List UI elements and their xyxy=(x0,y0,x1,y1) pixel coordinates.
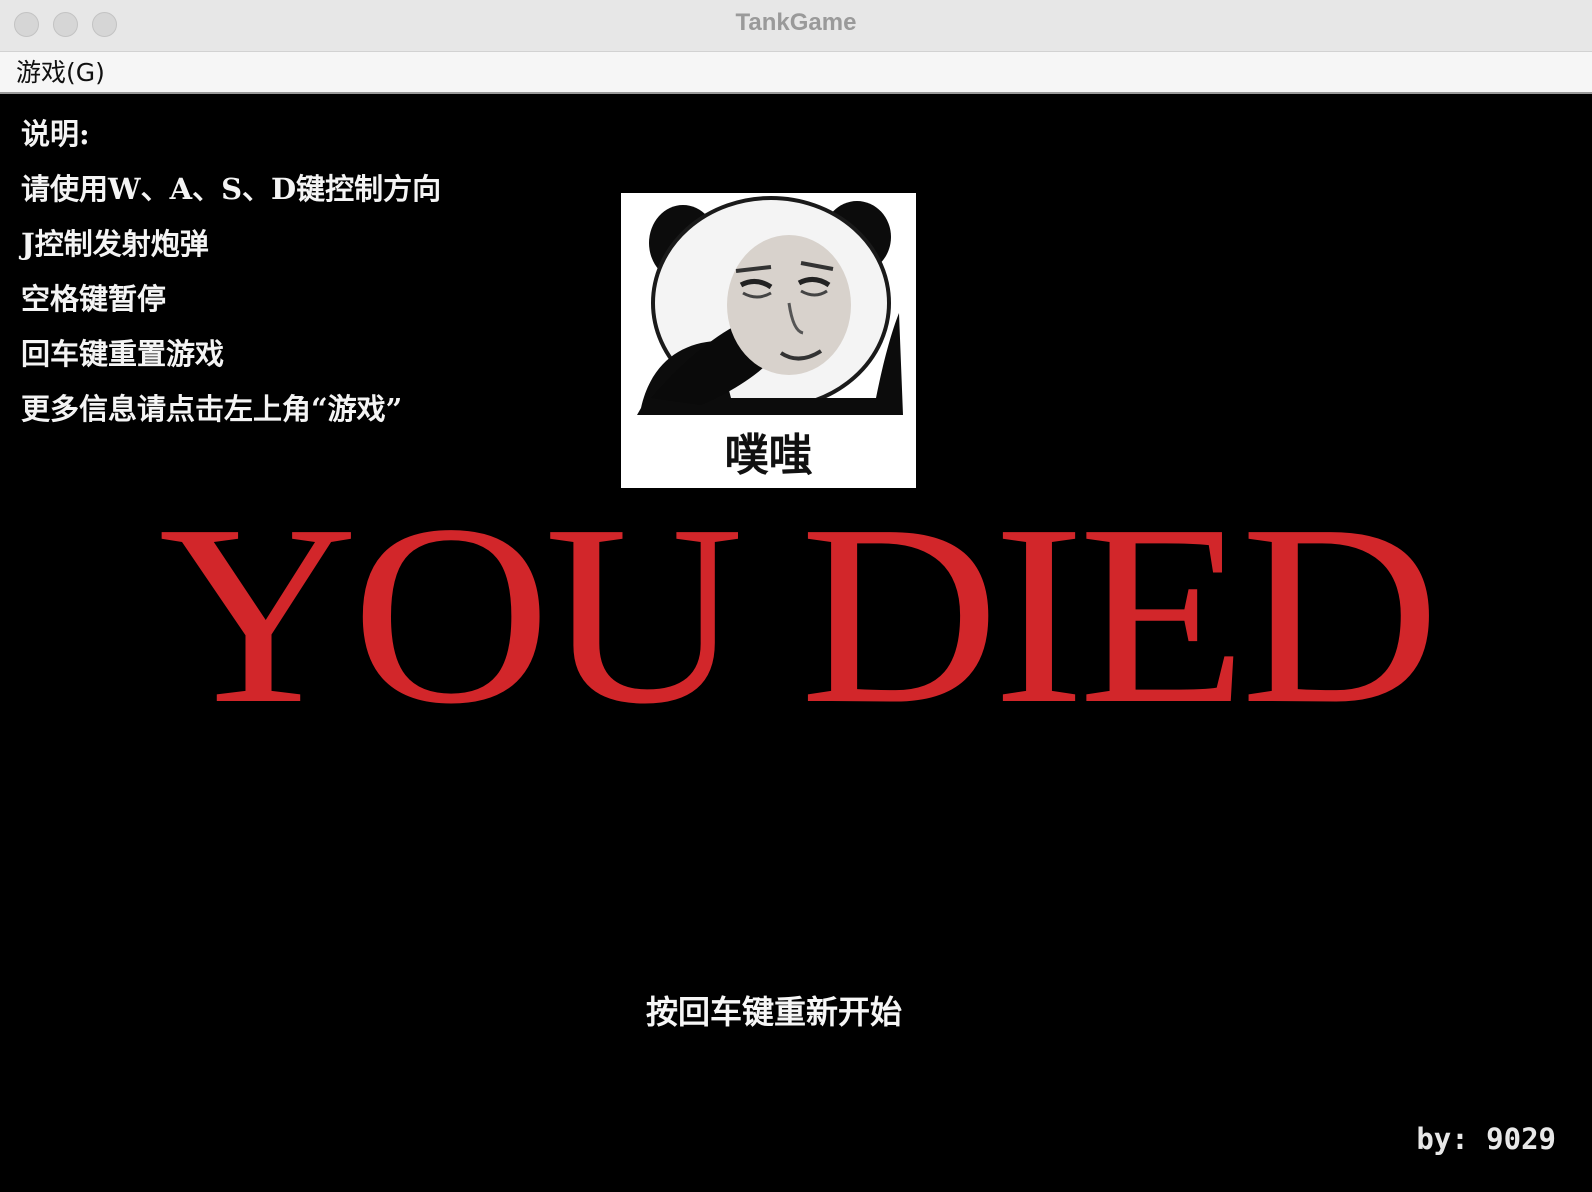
tankgame-window: TankGame 游戏(G) 说明: 请使用W、A、S、D键控制方向 J控制发射… xyxy=(0,0,1592,1192)
menu-bar: 游戏(G) xyxy=(0,52,1592,94)
you-died-banner: YOU DIED xyxy=(158,471,1440,757)
instruction-pause: 空格键暂停 xyxy=(21,282,167,316)
instruction-fire: J控制发射炮弹 xyxy=(21,227,209,261)
panda-meme-icon xyxy=(637,196,903,415)
panda-meme-image: 噗嗤 xyxy=(621,193,916,488)
instruction-movement: 请使用W、A、S、D键控制方向 xyxy=(21,172,442,206)
author-byline: by: 9029 xyxy=(1416,1122,1556,1156)
game-menu[interactable]: 游戏(G) xyxy=(16,55,105,91)
instructions-list: 说明: 请使用W、A、S、D键控制方向 J控制发射炮弹 空格键暂停 回车键重置游… xyxy=(21,112,441,442)
instruction-reset: 回车键重置游戏 xyxy=(21,337,225,371)
instruction-more-info: 更多信息请点击左上角“游戏” xyxy=(21,392,403,426)
window-title: TankGame xyxy=(735,9,857,36)
game-canvas[interactable]: 说明: 请使用W、A、S、D键控制方向 J控制发射炮弹 空格键暂停 回车键重置游… xyxy=(0,94,1592,1192)
restart-hint: 按回车键重新开始 xyxy=(645,993,902,1031)
instructions-heading: 说明: xyxy=(21,117,90,151)
title-bar[interactable]: TankGame xyxy=(0,0,1592,52)
